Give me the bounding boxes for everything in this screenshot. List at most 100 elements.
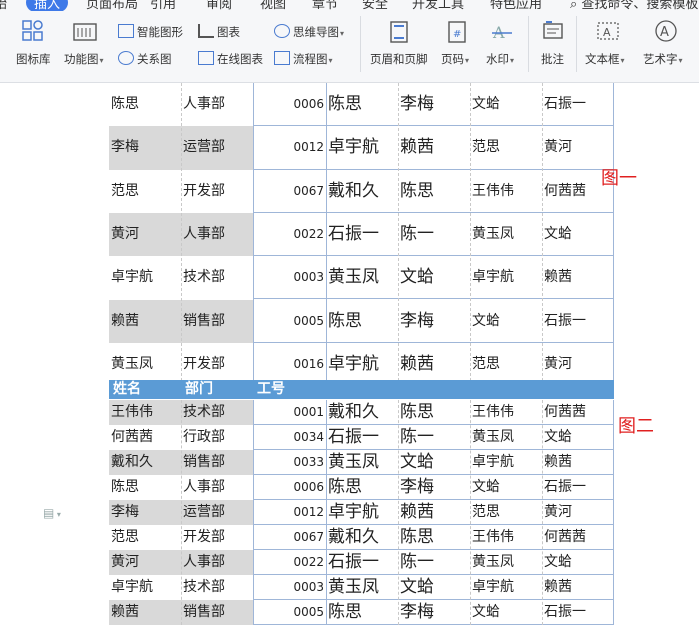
table-cell-c3[interactable]: 卓宇航 [470, 450, 542, 475]
menu-security[interactable]: 安全 [362, 0, 388, 11]
table-cell-c2[interactable]: 李梅 [398, 600, 470, 625]
table-cell-c4[interactable]: 石振一 [542, 475, 614, 500]
table-cell-dept[interactable]: 销售部 [181, 450, 253, 475]
table-cell-c1[interactable]: 戴和久 [326, 170, 398, 213]
table-cell-name[interactable]: 卓宇航 [109, 575, 181, 600]
table-cell-c1[interactable]: 陈思 [326, 83, 398, 126]
menu-special-apps[interactable]: 特色应用 [490, 0, 542, 11]
table-cell-c4[interactable]: 石振一 [542, 300, 614, 343]
table-cell-c4[interactable]: 赖茜 [542, 256, 614, 299]
table-cell-c1[interactable]: 卓宇航 [326, 500, 398, 525]
mind-map-button[interactable]: 思维导图▾ [274, 24, 344, 40]
table-cell-c2[interactable]: 陈一 [398, 550, 470, 575]
function-chart-button[interactable]: 功能图▾ [64, 51, 104, 67]
table-cell-c2[interactable]: 陈思 [398, 400, 470, 425]
table-cell-name[interactable]: 何茜茜 [109, 425, 181, 450]
table-cell-c2[interactable]: 李梅 [398, 83, 470, 126]
menu-insert[interactable]: 插入 [26, 0, 69, 11]
table-cell-id[interactable]: 0033 [253, 450, 326, 475]
table-cell-dept[interactable]: 运营部 [181, 500, 253, 525]
table-cell-dept[interactable]: 人事部 [181, 550, 253, 575]
menu-chapter[interactable]: 章节 [312, 0, 338, 11]
table-cell-dept[interactable]: 技术部 [181, 400, 253, 425]
table-cell-c2[interactable]: 陈思 [398, 525, 470, 550]
table-cell-c4[interactable]: 黄河 [542, 500, 614, 525]
table-cell-c3[interactable]: 王伟伟 [470, 525, 542, 550]
chart-button[interactable]: 图表 [198, 24, 240, 40]
table-cell-name[interactable]: 李梅 [109, 126, 181, 170]
table-cell-name[interactable]: 黄河 [109, 550, 181, 575]
table-cell-c4[interactable]: 石振一 [542, 600, 614, 625]
table-cell-c1[interactable]: 陈思 [326, 475, 398, 500]
document-area[interactable]: 陈思 人事部 0006 陈思 李梅 文蛤 石振一 李梅 运营部 0012 卓宇航 赖茜 范思 黄河 范思 开发… [0, 83, 699, 633]
table-cell-name[interactable]: 黄河 [109, 212, 181, 257]
table-cell-c2[interactable]: 陈思 [398, 170, 470, 213]
table-cell-c1[interactable]: 石振一 [326, 213, 398, 256]
icon-library-button[interactable]: 图标库 [16, 51, 51, 67]
table-cell-c3[interactable]: 文蛤 [470, 83, 542, 126]
table-cell-id[interactable]: 0005 [253, 600, 326, 625]
table-cell-c3[interactable]: 黄玉凤 [470, 425, 542, 450]
table-cell-c2[interactable]: 李梅 [398, 475, 470, 500]
table-cell-name[interactable]: 赖茜 [109, 600, 181, 625]
table-cell-c2[interactable]: 陈一 [398, 425, 470, 450]
search-command[interactable]: ⌕ 查找命令、搜索模板 [570, 0, 698, 11]
table-cell-c3[interactable]: 文蛤 [470, 475, 542, 500]
table-cell-c3[interactable]: 黄玉凤 [470, 550, 542, 575]
art-text-button[interactable]: 艺术字▾ [643, 51, 683, 67]
table-cell-dept[interactable]: 开发部 [181, 170, 253, 213]
table-cell-id[interactable]: 0012 [253, 126, 326, 169]
table-cell-c4[interactable]: 石振一 [542, 83, 614, 126]
table-cell-id[interactable]: 0006 [253, 475, 326, 500]
table-cell-name[interactable]: 王伟伟 [109, 400, 181, 425]
table-cell-c4[interactable]: 何茜茜 [542, 525, 614, 550]
table-cell-dept[interactable]: 人事部 [181, 83, 253, 126]
table-cell-name[interactable]: 卓宇航 [109, 256, 181, 299]
table-cell-id[interactable]: 0067 [253, 170, 326, 213]
table-cell-c1[interactable]: 黄玉凤 [326, 575, 398, 600]
table-cell-dept[interactable]: 销售部 [181, 600, 253, 625]
table-cell-id[interactable]: 0001 [253, 400, 326, 425]
table-cell-c4[interactable]: 文蛤 [542, 550, 614, 575]
table-cell-c3[interactable]: 文蛤 [470, 300, 542, 343]
table-cell-c3[interactable]: 文蛤 [470, 600, 542, 625]
table-cell-name[interactable]: 陈思 [109, 475, 181, 500]
table-cell-c3[interactable]: 王伟伟 [470, 170, 542, 213]
online-chart-button[interactable]: 在线图表 [198, 51, 263, 67]
relation-chart-button[interactable]: 关系图 [118, 51, 172, 67]
table-cell-c3[interactable]: 范思 [470, 126, 542, 169]
table-cell-c1[interactable]: 黄玉凤 [326, 450, 398, 475]
table-cell-id[interactable]: 0067 [253, 525, 326, 550]
page-number-button[interactable]: 页码▾ [441, 51, 469, 67]
table-cell-id[interactable]: 0012 [253, 500, 326, 525]
table-cell-c2[interactable]: 文蛤 [398, 256, 470, 299]
table-cell-c4[interactable]: 赖茜 [542, 575, 614, 600]
table-cell-id[interactable]: 0003 [253, 575, 326, 600]
table-cell-c4[interactable]: 赖茜 [542, 450, 614, 475]
table-cell-c1[interactable]: 石振一 [326, 550, 398, 575]
table-cell-dept[interactable]: 行政部 [181, 425, 253, 450]
table-cell-name[interactable]: 李梅 [109, 500, 181, 525]
table-cell-c3[interactable]: 王伟伟 [470, 400, 542, 425]
header-footer-button[interactable]: 页眉和页脚 [370, 51, 428, 67]
table-cell-c4[interactable]: 何茜茜 [542, 400, 614, 425]
table-cell-name[interactable]: 陈思 [109, 83, 181, 126]
menu-dev-tools[interactable]: 开发工具 [412, 0, 464, 11]
table-cell-c1[interactable]: 陈思 [326, 600, 398, 625]
table-cell-c2[interactable]: 文蛤 [398, 450, 470, 475]
table-cell-c2[interactable]: 文蛤 [398, 575, 470, 600]
table-cell-dept[interactable]: 人事部 [181, 475, 253, 500]
table-cell-c1[interactable]: 黄玉凤 [326, 256, 398, 299]
table-cell-id[interactable]: 0005 [253, 300, 326, 343]
menu-page-layout[interactable]: 页面布局 [86, 0, 138, 11]
table-cell-c3[interactable]: 卓宇航 [470, 575, 542, 600]
table-cell-c1[interactable]: 戴和久 [326, 400, 398, 425]
table-cell-dept[interactable]: 销售部 [181, 299, 253, 343]
smart-art-button[interactable]: 智能图形 [118, 24, 183, 40]
table-cell-c3[interactable]: 卓宇航 [470, 256, 542, 299]
table-cell-id[interactable]: 0006 [253, 83, 326, 126]
textbox-button[interactable]: 文本框▾ [585, 51, 625, 67]
watermark-button[interactable]: 水印▾ [486, 51, 514, 67]
table-cell-c1[interactable]: 石振一 [326, 425, 398, 450]
table-cell-c2[interactable]: 陈一 [398, 213, 470, 256]
